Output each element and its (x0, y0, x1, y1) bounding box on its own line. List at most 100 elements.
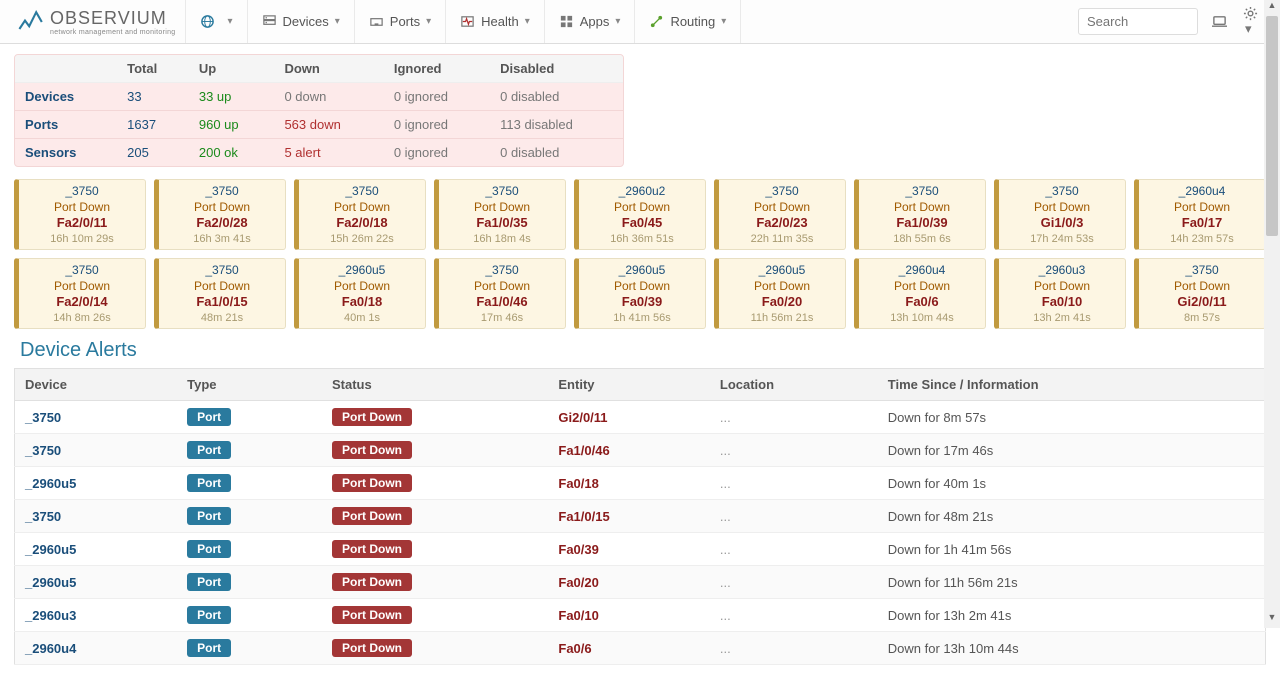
card-time: 17h 24m 53s (999, 233, 1125, 245)
card-entity: Fa0/17 (1139, 215, 1265, 230)
nav-apps[interactable]: Apps▾ (545, 0, 636, 43)
alert-card[interactable]: _2960u5Port DownFa0/2011h 56m 21s (714, 258, 846, 329)
card-entity: Fa2/0/11 (19, 215, 145, 230)
alert-card[interactable]: _3750Port DownFa2/0/1815h 26m 22s (294, 179, 426, 250)
alert-card[interactable]: _2960u4Port DownFa0/1714h 23m 57s (1134, 179, 1266, 250)
card-status: Port Down (1139, 200, 1265, 214)
card-host: _3750 (439, 184, 565, 198)
apps-icon (559, 14, 574, 29)
alert-card[interactable]: _3750Port DownFa1/0/3918h 55m 6s (854, 179, 986, 250)
status-badge: Port Down (332, 540, 412, 558)
nav-globe[interactable]: ▾ (186, 0, 247, 43)
nav-health[interactable]: Health▾ (446, 0, 545, 43)
alert-card[interactable]: _2960u4Port DownFa0/613h 10m 44s (854, 258, 986, 329)
alert-card[interactable]: _2960u5Port DownFa0/1840m 1s (294, 258, 426, 329)
chevron-down-icon: ▾ (525, 16, 530, 27)
info-cell: Down for 8m 57s (878, 401, 1266, 434)
summary-label[interactable]: Ports (15, 111, 117, 139)
alert-card[interactable]: _2960u3Port DownFa0/1013h 2m 41s (994, 258, 1126, 329)
summary-label[interactable]: Sensors (15, 139, 117, 167)
card-entity: Fa2/0/23 (719, 215, 845, 230)
alert-card[interactable]: _2960u5Port DownFa0/391h 41m 56s (574, 258, 706, 329)
alert-card[interactable]: _3750Port DownFa2/0/1116h 10m 29s (14, 179, 146, 250)
card-entity: Fa0/18 (299, 294, 425, 309)
card-host: _3750 (19, 184, 145, 198)
server-icon (262, 14, 277, 29)
card-host: _3750 (1139, 263, 1265, 277)
summary-label[interactable]: Devices (15, 83, 117, 111)
entity-link[interactable]: Gi2/0/11 (558, 410, 607, 425)
card-entity: Fa0/6 (859, 294, 985, 309)
summary-row: Sensors205200 ok5 alert0 ignored0 disabl… (15, 139, 623, 167)
chevron-down-icon: ▾ (227, 16, 232, 27)
location-cell: ... (710, 500, 878, 533)
entity-link[interactable]: Fa0/6 (558, 641, 591, 656)
card-status: Port Down (859, 200, 985, 214)
laptop-icon[interactable] (1212, 14, 1227, 29)
location-cell: ... (710, 632, 878, 665)
alert-card[interactable]: _3750Port DownFa1/0/4617m 46s (434, 258, 566, 329)
globe-icon (200, 14, 215, 29)
nav-routing[interactable]: Routing▾ (635, 0, 741, 43)
card-time: 16h 3m 41s (159, 233, 285, 245)
alert-card[interactable]: _3750Port DownFa1/0/1548m 21s (154, 258, 286, 329)
device-link[interactable]: _3750 (25, 509, 61, 524)
card-time: 17m 46s (439, 312, 565, 324)
scrollbar[interactable]: ▲ ▼ (1264, 0, 1280, 628)
card-time: 40m 1s (299, 312, 425, 324)
alert-card[interactable]: _3750Port DownGi1/0/317h 24m 53s (994, 179, 1126, 250)
status-badge: Port Down (332, 606, 412, 624)
device-link[interactable]: _3750 (25, 410, 61, 425)
card-time: 13h 2m 41s (999, 312, 1125, 324)
alert-card[interactable]: _3750Port DownFa1/0/3516h 18m 4s (434, 179, 566, 250)
entity-link[interactable]: Fa0/20 (558, 575, 598, 590)
info-cell: Down for 17m 46s (878, 434, 1266, 467)
nav-ports[interactable]: Ports▾ (355, 0, 446, 43)
alert-card[interactable]: _3750Port DownFa2/0/2816h 3m 41s (154, 179, 286, 250)
location-cell: ... (710, 533, 878, 566)
alert-card[interactable]: _3750Port DownFa2/0/1414h 8m 26s (14, 258, 146, 329)
device-link[interactable]: _3750 (25, 443, 61, 458)
device-link[interactable]: _2960u4 (25, 641, 76, 656)
gear-icon[interactable]: ▾ (1243, 6, 1258, 37)
nav-devices[interactable]: Devices▾ (248, 0, 355, 43)
chevron-down-icon: ▾ (721, 16, 726, 27)
card-time: 16h 10m 29s (19, 233, 145, 245)
entity-link[interactable]: Fa0/10 (558, 608, 598, 623)
top-nav: OBSERVIUM network management and monitor… (0, 0, 1280, 44)
entity-link[interactable]: Fa0/18 (558, 476, 598, 491)
brand-logo[interactable]: OBSERVIUM network management and monitor… (8, 0, 186, 43)
info-cell: Down for 11h 56m 21s (878, 566, 1266, 599)
device-link[interactable]: _2960u3 (25, 608, 76, 623)
card-host: _2960u5 (299, 263, 425, 277)
card-time: 48m 21s (159, 312, 285, 324)
card-host: _2960u4 (1139, 184, 1265, 198)
card-entity: Fa0/10 (999, 294, 1125, 309)
search-input[interactable] (1078, 8, 1198, 35)
table-row: _3750PortPort DownGi2/0/11...Down for 8m… (15, 401, 1266, 434)
summary-row: Ports1637960 up563 down0 ignored113 disa… (15, 111, 623, 139)
card-status: Port Down (579, 279, 705, 293)
device-link[interactable]: _2960u5 (25, 476, 76, 491)
entity-link[interactable]: Fa1/0/15 (558, 509, 609, 524)
card-status: Port Down (999, 279, 1125, 293)
card-host: _3750 (159, 263, 285, 277)
entity-link[interactable]: Fa0/39 (558, 542, 598, 557)
card-status: Port Down (1139, 279, 1265, 293)
card-host: _2960u2 (579, 184, 705, 198)
card-entity: Fa0/39 (579, 294, 705, 309)
alert-card[interactable]: _3750Port DownFa2/0/2322h 11m 35s (714, 179, 846, 250)
table-row: _3750PortPort DownFa1/0/46...Down for 17… (15, 434, 1266, 467)
device-link[interactable]: _2960u5 (25, 575, 76, 590)
table-row: _2960u5PortPort DownFa0/18...Down for 40… (15, 467, 1266, 500)
device-link[interactable]: _2960u5 (25, 542, 76, 557)
entity-link[interactable]: Fa1/0/46 (558, 443, 609, 458)
status-badge: Port Down (332, 408, 412, 426)
alert-card[interactable]: _2960u2Port DownFa0/4516h 36m 51s (574, 179, 706, 250)
chevron-down-icon: ▾ (335, 16, 340, 27)
table-row: _2960u5PortPort DownFa0/39...Down for 1h… (15, 533, 1266, 566)
type-badge: Port (187, 507, 231, 525)
table-row: _2960u4PortPort DownFa0/6...Down for 13h… (15, 632, 1266, 665)
type-badge: Port (187, 441, 231, 459)
alert-card[interactable]: _3750Port DownGi2/0/118m 57s (1134, 258, 1266, 329)
